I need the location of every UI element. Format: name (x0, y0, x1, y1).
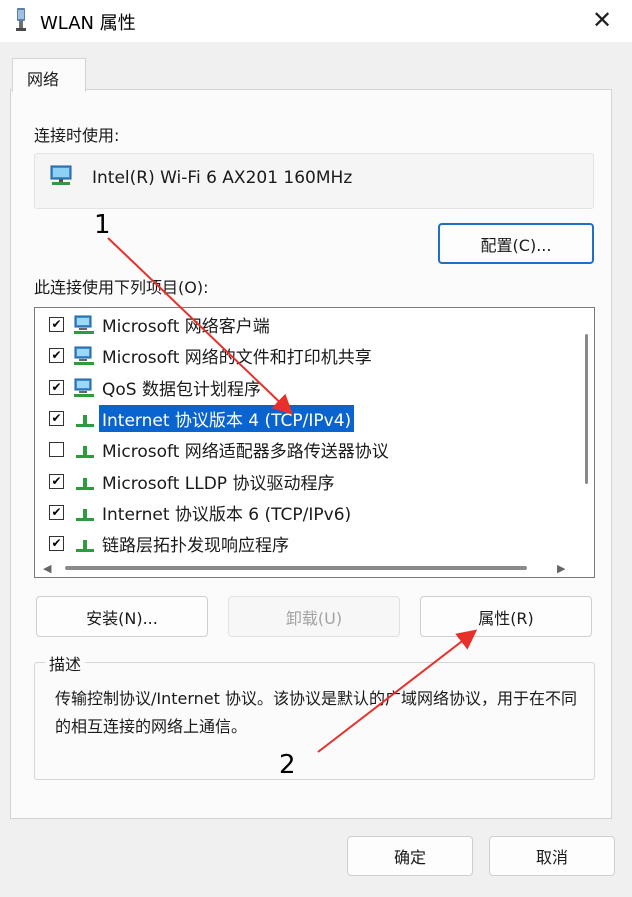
item-checkbox[interactable]: ✔ (49, 380, 64, 395)
vertical-scroll-thumb[interactable] (585, 334, 588, 484)
network-adapter-icon (50, 165, 72, 185)
list-item-selected[interactable]: ✔ Internet 协议版本 4 (TCP/IPv4) (35, 403, 570, 434)
protocol-icon (76, 415, 94, 427)
annotation-number-2: 2 (279, 750, 296, 780)
description-group: 传输控制协议/Internet 协议。该协议是默认的广域网络协议，用于在不同的相… (34, 662, 595, 780)
cancel-button[interactable]: 取消 (489, 836, 615, 876)
annotation-number-1: 1 (94, 210, 111, 240)
qos-icon (74, 378, 94, 397)
close-icon: ✕ (591, 6, 613, 34)
items-label: 此连接使用下列项目(O): (34, 278, 209, 297)
list-item[interactable]: ✔ Microsoft 网络的文件和打印机共享 (35, 340, 570, 371)
item-checkbox[interactable]: ✔ (49, 317, 64, 332)
protocol-icon (76, 509, 94, 521)
item-checkbox[interactable]: ✔ (49, 505, 64, 520)
ok-button-label: 确定 (393, 848, 426, 867)
uninstall-button-label: 卸载(U) (285, 608, 343, 628)
tab-strip: 网络 (0, 42, 632, 92)
uninstall-button[interactable]: 卸载(U) (228, 596, 400, 637)
item-label: Microsoft 网络客户端 (102, 317, 270, 337)
item-label: 链路层拓扑发现响应程序 (102, 536, 289, 556)
list-item[interactable]: Microsoft 网络适配器多路传送器协议 (35, 434, 570, 465)
item-checkbox[interactable]: ✔ (49, 348, 64, 363)
connect-using-label: 连接时使用: (34, 126, 120, 145)
cancel-button-label: 取消 (535, 848, 568, 867)
list-item[interactable]: ✔ Internet 协议版本 6 (TCP/IPv6) (35, 497, 570, 528)
description-legend: 描述 (45, 651, 86, 675)
list-item[interactable]: ✔ QoS 数据包计划程序 (35, 372, 570, 403)
horizontal-scrollbar[interactable]: ◀ ▶ (35, 557, 594, 577)
description-text: 传输控制协议/Internet 协议。该协议是默认的广域网络协议，用于在不同的相… (55, 689, 578, 736)
list-item[interactable]: ✔ Microsoft LLDP 协议驱动程序 (35, 466, 570, 497)
configure-button[interactable]: 配置(C)... (438, 223, 594, 264)
client-network-icon (74, 315, 94, 334)
item-label: QoS 数据包计划程序 (102, 380, 261, 400)
tab-label: 网络 (27, 70, 60, 89)
item-label: Internet 协议版本 6 (TCP/IPv6) (102, 505, 352, 525)
file-share-icon (74, 346, 94, 365)
protocol-icon (76, 446, 94, 458)
protocol-icon (76, 540, 94, 552)
list-item[interactable]: ✔ 链路层拓扑发现响应程序 (35, 528, 570, 559)
item-checkbox[interactable]: ✔ (49, 536, 64, 551)
scroll-right-icon[interactable]: ▶ (557, 562, 565, 575)
tab-panel: 连接时使用: Intel(R) Wi-Fi 6 AX201 160MHz 配置(… (10, 89, 612, 819)
install-button-label: 安装(N)... (86, 608, 158, 628)
title-bar: WLAN 属性 ✕ (0, 0, 632, 42)
item-label: Microsoft 网络适配器多路传送器协议 (102, 442, 389, 462)
network-adapter-icon (16, 8, 26, 31)
vertical-scrollbar[interactable] (576, 308, 594, 556)
horizontal-scroll-thumb[interactable] (65, 566, 527, 570)
protocol-icon (76, 478, 94, 490)
item-checkbox[interactable] (49, 442, 64, 457)
list-item[interactable]: ✔ Microsoft 网络客户端 (35, 309, 570, 340)
adapter-name: Intel(R) Wi-Fi 6 AX201 160MHz (92, 168, 353, 188)
close-button[interactable]: ✕ (580, 2, 624, 38)
install-button[interactable]: 安装(N)... (36, 596, 208, 637)
scroll-left-icon[interactable]: ◀ (43, 562, 51, 575)
item-checkbox[interactable]: ✔ (49, 411, 64, 426)
components-list[interactable]: ✔ Microsoft 网络客户端 ✔ Microsoft 网络的文件和打印机共… (34, 307, 595, 578)
properties-button[interactable]: 属性(R) (420, 596, 592, 637)
item-label: Microsoft LLDP 协议驱动程序 (102, 474, 335, 494)
window-title: WLAN 属性 (40, 13, 136, 34)
ok-button[interactable]: 确定 (347, 836, 473, 876)
tab-network[interactable]: 网络 (12, 58, 86, 92)
item-label: Internet 协议版本 4 (TCP/IPv4) (99, 405, 355, 432)
adapter-display: Intel(R) Wi-Fi 6 AX201 160MHz (34, 153, 594, 209)
item-checkbox[interactable]: ✔ (49, 474, 64, 489)
configure-button-label: 配置(C)... (480, 235, 552, 255)
item-label: Microsoft 网络的文件和打印机共享 (102, 348, 372, 368)
properties-button-label: 属性(R) (478, 608, 534, 628)
